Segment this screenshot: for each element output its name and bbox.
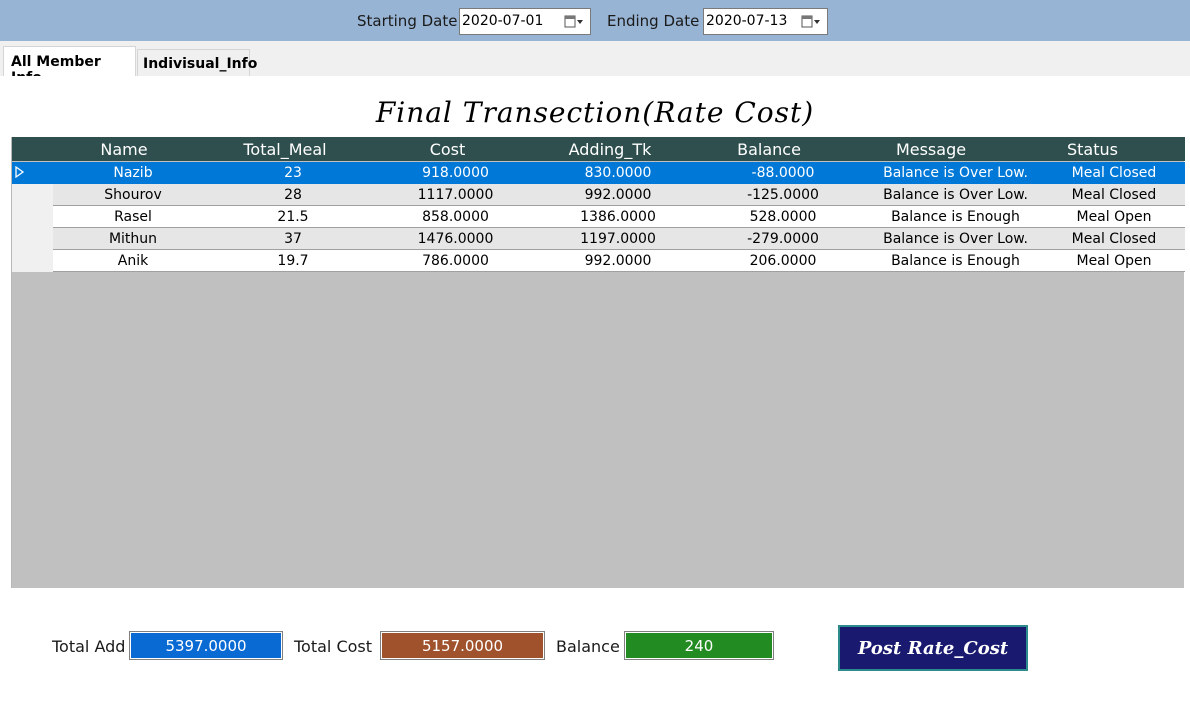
cell-status: Meal Open (1076, 209, 1152, 225)
table-row[interactable]: Rasel 21.5 858.0000 1386.0000 528.0000 B… (53, 206, 1185, 228)
column-header-total-meal[interactable]: Total_Meal (195, 140, 375, 159)
cell-balance: -88.0000 (751, 165, 815, 181)
cell-status: Meal Open (1076, 253, 1152, 269)
cell-name: Shourov (104, 187, 162, 203)
tab-strip: All Member Info Indivisual_Info (0, 41, 1190, 86)
cell-adding-tk: 1197.0000 (580, 231, 656, 247)
cell-name: Mithun (108, 231, 158, 247)
row-header[interactable] (12, 250, 53, 272)
cell-cost: 918.0000 (422, 165, 489, 181)
tab-all-member-info[interactable]: All Member Info (3, 46, 136, 86)
cell-adding-tk: 830.0000 (584, 165, 652, 181)
column-header-status[interactable]: Status (1024, 140, 1161, 159)
post-rate-cost-button[interactable]: Post Rate_Cost (838, 625, 1028, 671)
cell-total-meal: 23 (284, 165, 302, 181)
starting-date-label: Starting Date (357, 12, 458, 30)
column-header-cost[interactable]: Cost (375, 140, 520, 159)
cell-total-meal: 21.5 (277, 209, 309, 225)
ending-date-value: 2020-07-13 (706, 13, 788, 29)
grid-header: Name Total_Meal Cost Adding_Tk Balance M… (12, 137, 1185, 161)
cell-name: Nazib (113, 165, 153, 181)
ending-date-label: Ending Date (607, 12, 700, 30)
cell-balance: -279.0000 (747, 231, 819, 247)
page-title: Final Transection(Rate Cost) (375, 96, 815, 129)
cell-balance: 528.0000 (749, 209, 817, 225)
cell-adding-tk: 992.0000 (584, 253, 652, 269)
total-cost-label: Total Cost (294, 637, 373, 656)
total-add-field[interactable]: 5397.0000 (129, 631, 283, 660)
column-header-message[interactable]: Message (838, 140, 1024, 159)
column-header-adding-tk[interactable]: Adding_Tk (520, 140, 700, 159)
table-row[interactable]: Shourov 28 1117.0000 992.0000 -125.0000 … (53, 184, 1185, 206)
cell-message: Balance is Over Low. (883, 231, 1028, 247)
starting-date-picker[interactable]: 2020-07-01 (459, 8, 591, 35)
cell-status: Meal Closed (1071, 165, 1157, 181)
row-header-selected[interactable] (12, 162, 53, 184)
cell-status: Meal Closed (1071, 231, 1157, 247)
tab-individual-info[interactable]: Indivisual_Info (137, 49, 257, 76)
total-add-label: Total Add (52, 637, 126, 656)
table-row[interactable]: Nazib 23 918.0000 830.0000 -88.0000 Bala… (53, 162, 1185, 184)
cell-message: Balance is Over Low. (883, 165, 1028, 181)
table-row[interactable]: Anik 19.7 786.0000 992.0000 206.0000 Bal… (53, 250, 1185, 272)
column-header-name[interactable]: Name (53, 140, 195, 159)
column-header-balance[interactable]: Balance (700, 140, 838, 159)
cell-adding-tk: 1386.0000 (580, 209, 656, 225)
row-header[interactable] (12, 206, 53, 228)
row-header[interactable] (12, 184, 53, 206)
cell-balance: 206.0000 (749, 253, 817, 269)
member-data-grid[interactable]: Name Total_Meal Cost Adding_Tk Balance M… (11, 137, 1185, 588)
total-cost-field[interactable]: 5157.0000 (380, 631, 545, 660)
cell-message: Balance is Over Low. (883, 187, 1028, 203)
cell-cost: 858.0000 (422, 209, 489, 225)
cell-status: Meal Closed (1071, 187, 1157, 203)
cell-balance: -125.0000 (747, 187, 819, 203)
cell-message: Balance is Enough (891, 209, 1020, 225)
cell-name: Anik (117, 253, 149, 269)
cell-cost: 1117.0000 (417, 187, 494, 203)
cell-cost: 1476.0000 (417, 231, 494, 247)
cell-name: Rasel (114, 209, 152, 225)
cell-total-meal: 28 (284, 187, 302, 203)
row-header[interactable] (12, 228, 53, 250)
calendar-dropdown-icon[interactable] (564, 15, 584, 29)
table-row[interactable]: Mithun 37 1476.0000 1197.0000 -279.0000 … (53, 228, 1185, 250)
cell-total-meal: 19.7 (277, 253, 309, 269)
balance-field[interactable]: 240 (624, 631, 774, 660)
current-row-arrow-icon (15, 166, 25, 178)
ending-date-picker[interactable]: 2020-07-13 (703, 8, 828, 35)
starting-date-value: 2020-07-01 (462, 13, 544, 29)
cell-cost: 786.0000 (422, 253, 489, 269)
cell-total-meal: 37 (284, 231, 302, 247)
calendar-dropdown-icon[interactable] (801, 15, 821, 29)
balance-label: Balance (556, 637, 620, 656)
date-filter-bar: Starting Date 2020-07-01 Ending Date 202… (0, 0, 1190, 41)
cell-message: Balance is Enough (891, 253, 1020, 269)
cell-adding-tk: 992.0000 (584, 187, 652, 203)
